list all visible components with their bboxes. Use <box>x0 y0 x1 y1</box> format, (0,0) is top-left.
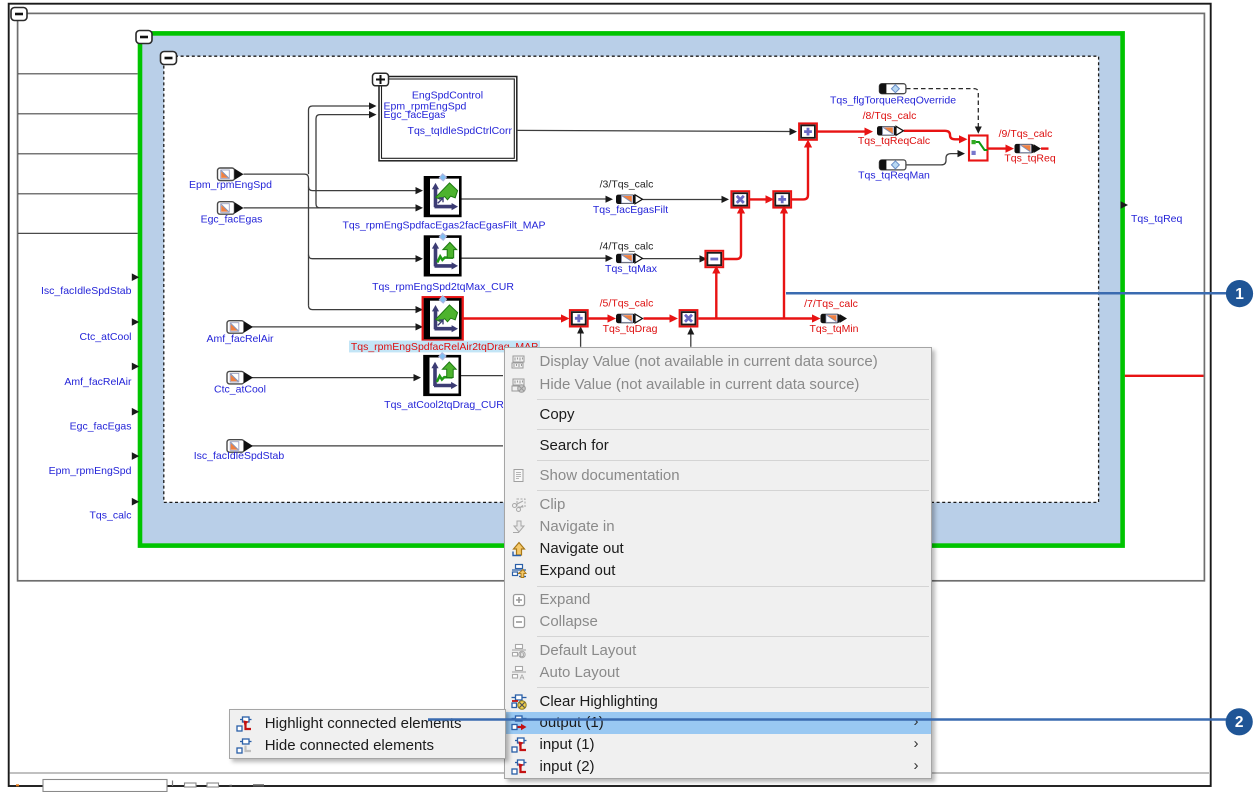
svg-text:Amf_facRelAir: Amf_facRelAir <box>206 333 274 345</box>
svg-text:Tqs_tqIdleSpdCtrlCorr: Tqs_tqIdleSpdCtrlCorr <box>408 125 513 137</box>
svg-text:/4/Tqs_calc: /4/Tqs_calc <box>600 241 654 253</box>
svg-text:Tqs_rpmEngSpdfacEgas2facEgasFi: Tqs_rpmEngSpdfacEgas2facEgasFilt_MAP <box>342 219 545 231</box>
svg-text:Tqs_tqReq: Tqs_tqReq <box>1004 153 1056 165</box>
svg-text:Epm_rpmEngSpd: Epm_rpmEngSpd <box>189 179 272 191</box>
svg-text:Isc_facIdleSpdStab: Isc_facIdleSpdStab <box>41 285 132 297</box>
svg-text:Tqs_tqReq: Tqs_tqReq <box>1131 213 1183 225</box>
svg-text:D: D <box>519 653 524 659</box>
svg-text:/8/Tqs_calc: /8/Tqs_calc <box>863 110 917 122</box>
svg-text:Tqs_atCool2tqDrag_CUR: Tqs_atCool2tqDrag_CUR <box>384 399 504 411</box>
svg-text:Epm_rpmEngSpd: Epm_rpmEngSpd <box>49 465 132 477</box>
svg-text:Ctc_atCool: Ctc_atCool <box>214 383 266 395</box>
svg-text:Isc_facIdleSpdStab: Isc_facIdleSpdStab <box>194 450 285 462</box>
svg-text:Egc_facEgas: Egc_facEgas <box>384 109 446 121</box>
svg-text:Egc_facEgas: Egc_facEgas <box>201 214 263 226</box>
svg-text:Tqs_tqMax: Tqs_tqMax <box>605 263 658 275</box>
svg-text:/7/Tqs_calc: /7/Tqs_calc <box>804 298 858 310</box>
svg-text:Tqs_facEgasFilt: Tqs_facEgasFilt <box>593 204 668 216</box>
svg-text:A: A <box>519 672 524 681</box>
svg-text:Tqs_tqDrag: Tqs_tqDrag <box>603 323 658 335</box>
svg-text:Tqs_calc: Tqs_calc <box>89 509 131 521</box>
svg-text:/5/Tqs_calc: /5/Tqs_calc <box>600 298 654 310</box>
svg-text:Tqs_flgTorqueReqOverride: Tqs_flgTorqueReqOverride <box>830 95 956 107</box>
svg-text:Tqs_rpmEngSpd2tqMax_CUR: Tqs_rpmEngSpd2tqMax_CUR <box>372 281 514 293</box>
svg-text:Tqs_tqMin: Tqs_tqMin <box>809 323 858 335</box>
svg-text:Egc_facEgas: Egc_facEgas <box>70 421 132 433</box>
svg-text:/3/Tqs_calc: /3/Tqs_calc <box>600 179 654 191</box>
svg-text:Tqs_tqReqMan: Tqs_tqReqMan <box>858 170 930 182</box>
svg-text:Amf_facRelAir: Amf_facRelAir <box>64 376 132 388</box>
svg-text:Ctc_atCool: Ctc_atCool <box>80 331 132 343</box>
svg-text:/9/Tqs_calc: /9/Tqs_calc <box>999 128 1053 140</box>
svg-text:Tqs_tqReqCalc: Tqs_tqReqCalc <box>858 135 930 147</box>
